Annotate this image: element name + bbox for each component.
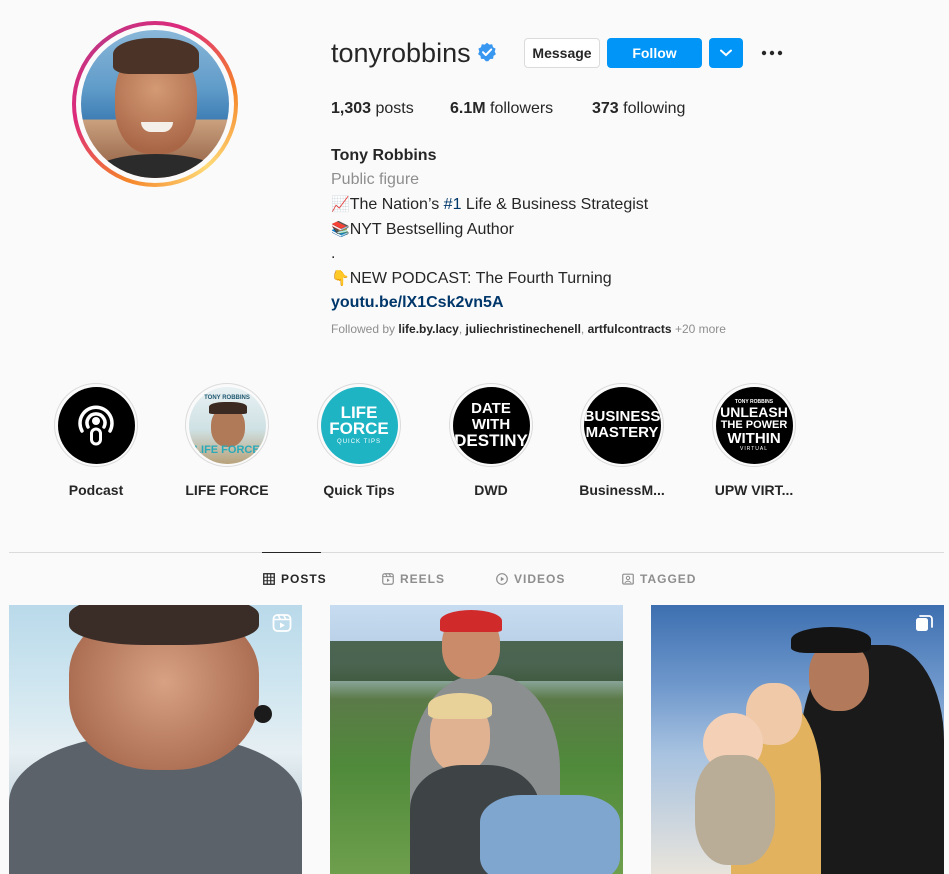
post-thumbnail[interactable] [651,605,944,874]
highlight-upw-virtual[interactable]: TONY ROBBINS UNLEASH THE POWER WITHIN VI… [704,383,804,498]
cover-title: TONY ROBBINS [204,394,250,401]
posts-count: 1,303 posts [331,100,414,117]
highlight-quick-tips[interactable]: LIFE FORCE QUICK TIPS Quick Tips [309,383,409,498]
cover-text: LIFE FORCE [194,443,260,456]
carousel-badge-icon [916,615,933,631]
chevron-down-icon [720,49,732,57]
highlight-business-mastery[interactable]: BUSINESS MASTERY BusinessM... [572,383,672,498]
highlight-label: LIFE FORCE [185,482,269,498]
tabs-divider [9,552,944,553]
chart-increasing-icon: 📈 [331,195,350,213]
tab-reels[interactable]: REELS [382,572,445,586]
highlight-podcast[interactable]: Podcast [46,383,146,498]
follow-button[interactable]: Follow [607,38,702,68]
followed-by[interactable]: Followed by life.by.lacy, juliechristine… [331,322,726,336]
highlight-label: BusinessM... [579,482,665,498]
hashtag-link[interactable]: #1 [444,196,462,213]
tab-tagged[interactable]: TAGGED [622,572,696,586]
active-tab-indicator [262,552,321,553]
verified-badge-icon [478,42,496,62]
highlight-dwd[interactable]: DATE WITH DESTINY DWD [441,383,541,498]
avatar-photo [81,30,229,178]
play-icon [496,573,508,585]
bio-line-podcast: 👇NEW PODCAST: The Fourth Turning [331,269,612,287]
profile-bio: Tony Robbins Public figure 📈The Nation’s… [331,144,648,315]
bio-external-link[interactable]: youtu.be/lX1Csk2vn5A [331,291,648,315]
bio-line-author: 📚NYT Bestselling Author [331,220,514,238]
followers-link[interactable]: 6.1M followers [450,100,553,118]
post-thumbnail[interactable] [9,605,302,874]
pointing-down-icon: 👇 [331,269,350,287]
suggested-dropdown-button[interactable] [709,38,743,68]
profile-avatar[interactable] [72,21,238,187]
profile-username: tonyrobbins [331,38,471,68]
tab-videos[interactable]: VIDEOS [496,572,565,586]
profile-category: Public figure [331,171,420,188]
message-button[interactable]: Message [524,38,600,68]
grid-icon [263,573,275,585]
tag-icon [622,573,634,585]
highlight-label: Quick Tips [323,482,395,498]
highlight-label: Podcast [68,482,124,498]
tab-posts[interactable]: POSTS [263,572,327,586]
following-link[interactable]: 373 following [592,100,685,118]
bio-line-strategist: 📈The Nation’s #1 Life & Business Strateg… [331,195,649,213]
podcast-icon [78,405,114,446]
bio-line-dot: . [331,245,336,262]
reels-icon [382,573,394,585]
post-thumbnail[interactable] [330,605,623,874]
highlight-label: UPW VIRT... [714,482,794,498]
reel-badge-icon [272,614,292,632]
highlight-label: DWD [474,482,508,498]
profile-full-name: Tony Robbins [331,147,437,164]
more-options-icon[interactable] [760,44,784,62]
highlight-life-force[interactable]: TONY ROBBINS LIFE FORCE LIFE FORCE [177,383,277,498]
books-icon: 📚 [331,220,350,238]
